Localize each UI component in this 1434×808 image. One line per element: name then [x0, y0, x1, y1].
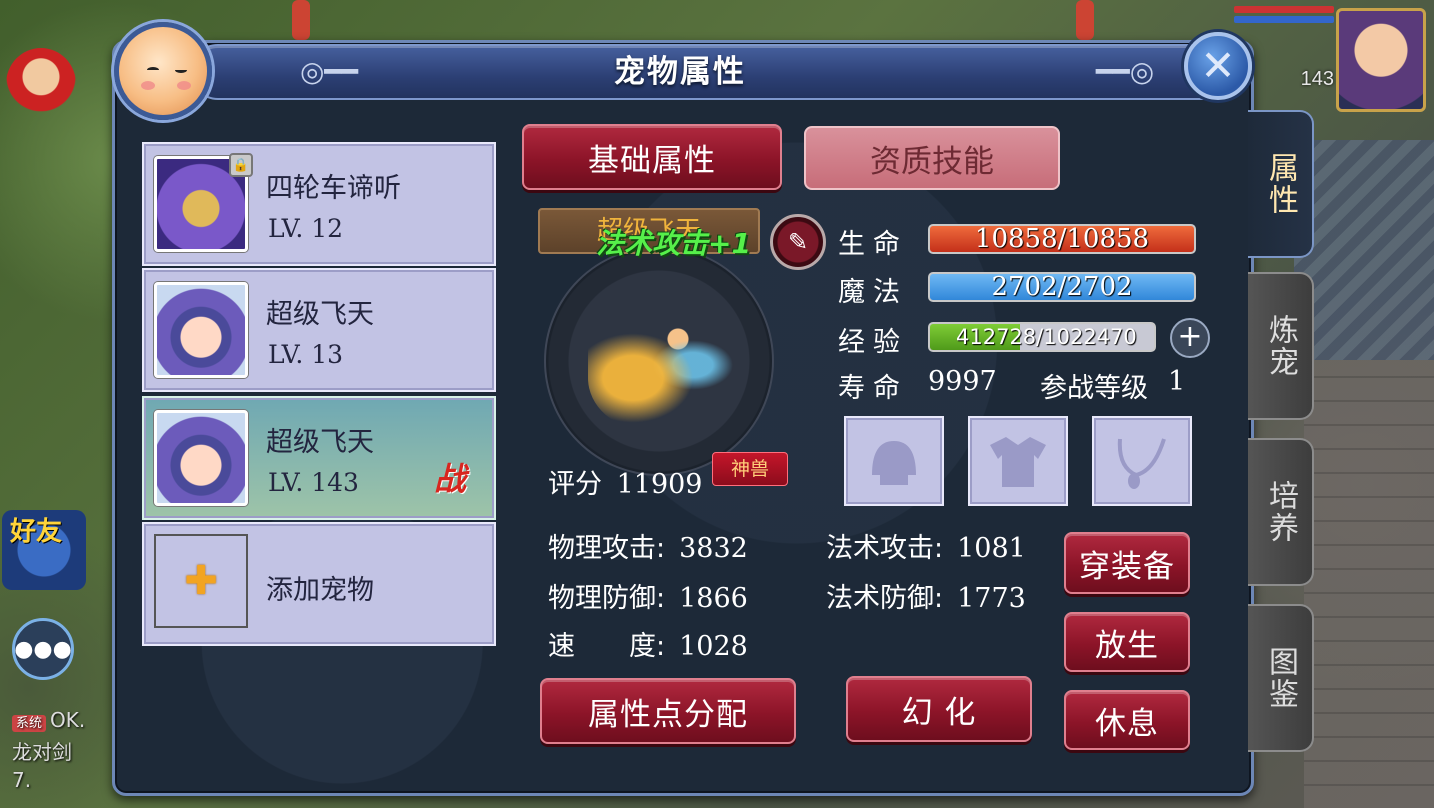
mascot-eye	[175, 67, 187, 73]
mascot-cheek	[141, 81, 155, 90]
pet-level: LV. 12	[268, 214, 344, 243]
system-chat-log: 系统 OK. 龙对剑 7.	[12, 706, 85, 794]
lantern-decoration	[292, 0, 310, 40]
close-icon: ✕	[1200, 41, 1236, 90]
score-label: 评分	[548, 469, 602, 500]
tab-refine-pet[interactable]: 炼宠	[1248, 272, 1314, 420]
pet-portrait	[154, 410, 248, 506]
background-wall	[1304, 360, 1434, 808]
pet-portrait: 🔒	[154, 153, 253, 252]
equip-slot-armor[interactable]	[968, 416, 1068, 506]
pet-portrait	[154, 282, 248, 378]
score-display: 评分 11909	[548, 462, 703, 501]
rename-button[interactable]: ✎	[770, 214, 826, 270]
armor-slot-icon	[990, 437, 1046, 487]
equip-slot-necklace[interactable]	[1092, 416, 1192, 506]
player-hp-bar	[1234, 6, 1334, 13]
rank-badge: 神兽	[712, 452, 788, 486]
allocate-points-button[interactable]: 属性点分配	[540, 678, 796, 744]
speed: 速 度: 1028	[548, 624, 748, 663]
physical-defense-label: 物理防御:	[548, 583, 666, 614]
page-title: 宠物属性	[614, 54, 746, 90]
magic-attack-value: 1081	[957, 533, 1026, 564]
mascot-avatar-icon	[114, 22, 212, 120]
chat-line: OK.	[50, 708, 86, 732]
release-button[interactable]: 放生	[1064, 612, 1190, 672]
player-bars	[1234, 6, 1334, 26]
physical-defense: 物理防御: 1866	[548, 576, 748, 615]
exp-label: 经验	[838, 327, 908, 358]
chat-line: 龙对剑	[12, 740, 72, 764]
physical-attack: 物理攻击: 3832	[548, 526, 748, 565]
buff-popup-text: 法术攻击+1	[596, 227, 751, 260]
score-value: 11909	[616, 469, 703, 500]
hp-bar: 10858/10858	[928, 224, 1196, 254]
player-mp-bar	[1234, 16, 1334, 23]
add-exp-button[interactable]: +	[1170, 318, 1210, 358]
add-pet-button[interactable]: ✚ 添加宠物	[142, 522, 496, 646]
battle-level-label: 参战等级	[1040, 373, 1148, 404]
close-button[interactable]: ✕	[1184, 32, 1252, 100]
in-battle-badge: 战	[433, 460, 466, 498]
chat-icon: ●●●	[14, 636, 72, 662]
mascot-eye	[147, 67, 159, 73]
speed-value: 1028	[679, 631, 748, 662]
physical-defense-value: 1866	[679, 583, 748, 614]
player-avatar[interactable]	[1336, 8, 1426, 112]
helmet-slot-icon	[872, 441, 916, 485]
exp-value: 412728/1022470	[956, 325, 1137, 349]
equip-button[interactable]: 穿装备	[1064, 532, 1190, 594]
mp-bar: 2702/2702	[928, 272, 1196, 302]
mp-label: 魔法	[838, 277, 908, 308]
magic-attack: 法术攻击: 1081	[826, 526, 1026, 565]
tab-cultivate[interactable]: 培养	[1248, 438, 1314, 586]
pencil-icon: ✎	[787, 228, 809, 256]
life-label: 寿命	[838, 373, 908, 404]
plus-icon: +	[1177, 319, 1203, 354]
necklace-slot-icon	[1117, 438, 1166, 489]
physical-attack-label: 物理攻击:	[548, 533, 666, 564]
pet-list-item-selected[interactable]: 超级飞天 LV. 143 战	[142, 396, 496, 520]
equip-slot-helmet[interactable]	[844, 416, 944, 506]
rest-button[interactable]: 休息	[1064, 690, 1190, 750]
tab-attributes[interactable]: 属性	[1248, 110, 1314, 258]
tab-codex[interactable]: 图鉴	[1248, 604, 1314, 752]
speed-label: 速 度:	[548, 631, 666, 662]
background-roof	[1294, 140, 1434, 360]
magic-defense-label: 法术防御:	[826, 583, 944, 614]
pet-name: 四轮车谛听	[266, 173, 401, 204]
magic-defense: 法术防御: 1773	[826, 576, 1026, 615]
lantern-decoration	[1076, 0, 1094, 40]
pet-model-image[interactable]	[588, 300, 738, 430]
exp-bar: 412728/1022470	[928, 322, 1156, 352]
magic-defense-value: 1773	[957, 583, 1026, 614]
pet-level: LV. 143	[268, 468, 359, 497]
chat-button[interactable]: ●●●	[12, 618, 74, 680]
life-value: 9997	[928, 366, 997, 397]
pet-name: 超级飞天	[266, 299, 374, 330]
pet-name: 超级飞天	[266, 427, 374, 458]
physical-attack-value: 3832	[679, 533, 748, 564]
player-level-badge: 143	[1300, 68, 1334, 90]
pet-list-item[interactable]: 🔒 四轮车谛听 LV. 12	[142, 142, 496, 266]
mascot-cheek	[177, 81, 191, 90]
pet-list-item[interactable]: 超级飞天 LV. 13	[142, 268, 496, 392]
add-pet-label: 添加宠物	[266, 575, 374, 606]
chat-line: 7.	[12, 768, 32, 792]
magic-attack-label: 法术攻击:	[826, 533, 944, 564]
hp-label: 生命	[838, 229, 908, 260]
lucky-god-npc-icon[interactable]	[6, 48, 76, 120]
lock-icon: 🔒	[229, 153, 253, 177]
tab-basic-attributes[interactable]: 基础属性	[522, 124, 782, 190]
plus-icon: ✚	[154, 534, 248, 628]
battle-level-value: 1	[1168, 366, 1186, 397]
transform-button[interactable]: 幻 化	[846, 676, 1032, 742]
pet-level: LV. 13	[268, 340, 344, 369]
system-tag: 系统	[12, 715, 47, 732]
friends-button[interactable]: 好友	[2, 510, 86, 590]
friends-label: 好友	[10, 517, 63, 547]
tab-aptitude-skills[interactable]: 资质技能	[804, 126, 1060, 190]
